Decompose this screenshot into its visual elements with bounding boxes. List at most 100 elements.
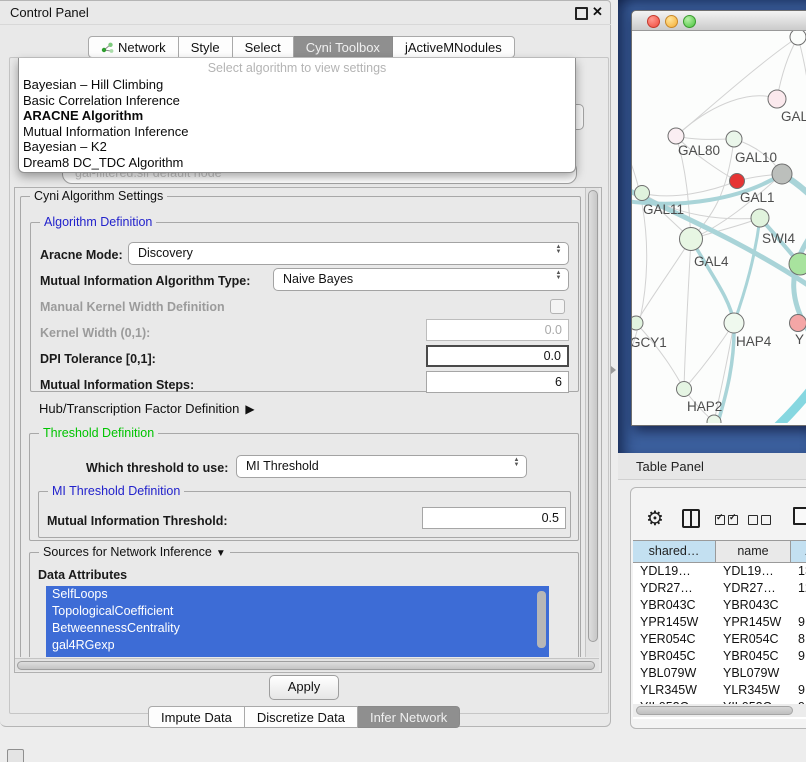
settings-vertical-scrollbar[interactable] [585,188,599,657]
table-row[interactable]: YER054CYER054C8. [633,631,806,648]
table-header-cell[interactable]: A [791,541,806,562]
dropdown-item[interactable]: Bayesian – K2 [23,139,107,154]
gear-icon[interactable]: ⚙ [646,506,664,531]
table-cell[interactable]: YBL079W [716,665,791,682]
table-row[interactable]: YBR043CYBR043C [633,597,806,614]
table-cell[interactable]: YPR145W [633,614,716,631]
list-item[interactable] [46,654,549,657]
new-table-icon[interactable] [793,507,806,525]
dropdown-item[interactable]: Bayesian – Hill Climbing [23,77,163,92]
dropdown-item-selected[interactable]: ARACNE Algorithm [23,108,143,123]
table-cell[interactable] [791,665,806,682]
network-node-hap4[interactable] [724,313,744,333]
table-cell[interactable]: 9. [791,682,806,699]
network-node-gal80[interactable] [668,128,684,144]
kernel-width-field[interactable]: 0.0 [426,319,569,341]
tab-jactivemnodules[interactable]: jActiveMNodules [393,36,515,58]
table-row[interactable]: YPR145WYPR145W9. [633,614,806,631]
scrollbar-thumb[interactable] [636,706,793,715]
network-node-gcy1[interactable] [632,316,643,330]
zoom-traffic-light-icon[interactable] [683,15,696,28]
network-node-gal4[interactable] [680,228,703,251]
tab-style[interactable]: Style [179,36,233,58]
network-node[interactable] [730,174,745,189]
list-item[interactable]: gal4RGexp [46,637,549,654]
list-scrollbar-thumb[interactable] [537,591,546,648]
tab-cyni-toolbox[interactable]: Cyni Toolbox [294,36,393,58]
network-node-gal1[interactable] [751,209,769,227]
scrollbar-thumb[interactable] [17,661,595,670]
table-cell[interactable]: YPR145W [716,614,791,631]
table-cell[interactable]: YDL19… [716,563,791,580]
table-cell[interactable]: YBR045C [633,648,716,665]
node-table[interactable]: shared…nameA YDL19…YDL19…13YDR27…YDR27…1… [633,540,806,719]
control-panel-titlebar[interactable]: Control Panel ✕ [0,0,611,25]
table-row[interactable]: YLR345WYLR345W9. [633,682,806,699]
table-cell[interactable]: YBR043C [633,597,716,614]
table-cell[interactable]: 9. [791,648,806,665]
settings-horizontal-scrollbar[interactable] [15,658,599,671]
scrollbar-thumb[interactable] [588,190,598,642]
table-cell[interactable]: YER054C [633,631,716,648]
network-node[interactable] [790,315,806,332]
table-cell[interactable]: 8. [791,631,806,648]
table-cell[interactable] [791,597,806,614]
splitter-collapse-icon[interactable] [611,366,616,374]
table-horizontal-scrollbar[interactable] [633,704,806,717]
network-node-gal10[interactable] [726,131,742,147]
network-node[interactable] [772,164,792,184]
sources-title[interactable]: Sources for Network Inference▼ [39,545,230,559]
table-header-cell[interactable]: name [716,541,791,562]
hub-definition-toggle[interactable]: Hub/Transcription Factor Definition▶ [39,401,255,416]
apply-button[interactable]: Apply [269,675,339,700]
which-threshold-combobox[interactable]: MI Threshold ▲▼ [236,455,527,478]
table-cell[interactable]: YER054C [716,631,791,648]
network-canvas[interactable]: GALGAL80GAL10GAL1GAL11SWI4GAL4GCY1HAP4YH… [632,31,806,423]
dropdown-item[interactable]: Dream8 DC_TDC Algorithm [23,155,183,170]
dpi-tolerance-field[interactable]: 0.0 [426,345,569,367]
table-cell[interactable]: 9. [791,614,806,631]
select-all-columns-icon[interactable] [715,512,741,530]
network-node-swi4[interactable] [789,253,806,275]
table-cell[interactable]: 13 [791,563,806,580]
mi-threshold-field[interactable]: 0.5 [422,507,566,529]
list-item[interactable]: BetweennessCentrality [46,620,549,637]
deselect-all-columns-icon[interactable] [748,512,774,530]
tab-impute-data[interactable]: Impute Data [148,706,245,728]
network-node-hap2[interactable] [677,382,692,397]
network-node[interactable] [790,31,806,45]
network-window-titlebar[interactable] [632,11,806,31]
table-cell[interactable]: YDL19… [633,563,716,580]
network-node[interactable] [768,90,786,108]
table-panel-titlebar[interactable]: Table Panel [618,453,806,480]
table-row[interactable]: YDR27…YDR27…12 [633,580,806,597]
data-attributes-list[interactable]: SelfLoops TopologicalCoefficient Between… [46,586,549,657]
table-cell[interactable]: 12 [791,580,806,597]
list-item[interactable]: SelfLoops [46,586,549,603]
list-item[interactable]: TopologicalCoefficient [46,603,549,620]
table-header-cell[interactable]: shared… [633,541,716,562]
table-cell[interactable]: YBL079W [633,665,716,682]
table-cell[interactable]: YLR345W [716,682,791,699]
table-cell[interactable]: YDR27… [716,580,791,597]
minimized-panel-icon[interactable] [7,749,24,762]
dropdown-item[interactable]: Basic Correlation Inference [23,93,180,108]
float-window-icon[interactable] [575,7,588,20]
table-cell[interactable]: YLR345W [633,682,716,699]
table-cell[interactable]: YDR27… [633,580,716,597]
tab-select[interactable]: Select [233,36,294,58]
table-cell[interactable]: YBR045C [716,648,791,665]
close-traffic-light-icon[interactable] [647,15,660,28]
aracne-mode-combobox[interactable]: Discovery ▲▼ [128,242,569,265]
table-row[interactable]: YBL079WYBL079W [633,665,806,682]
minimize-traffic-light-icon[interactable] [665,15,678,28]
dropdown-item[interactable]: Mutual Information Inference [23,124,188,139]
mi-type-combobox[interactable]: Naive Bayes ▲▼ [273,268,569,291]
tab-network[interactable]: Network [88,36,179,58]
table-row[interactable]: YDL19…YDL19…13 [633,563,806,580]
columns-icon[interactable] [682,509,700,528]
mi-steps-field[interactable]: 6 [426,371,569,393]
table-cell[interactable]: YBR043C [716,597,791,614]
close-window-icon[interactable]: ✕ [592,4,603,20]
manual-kernel-checkbox[interactable] [550,299,565,314]
